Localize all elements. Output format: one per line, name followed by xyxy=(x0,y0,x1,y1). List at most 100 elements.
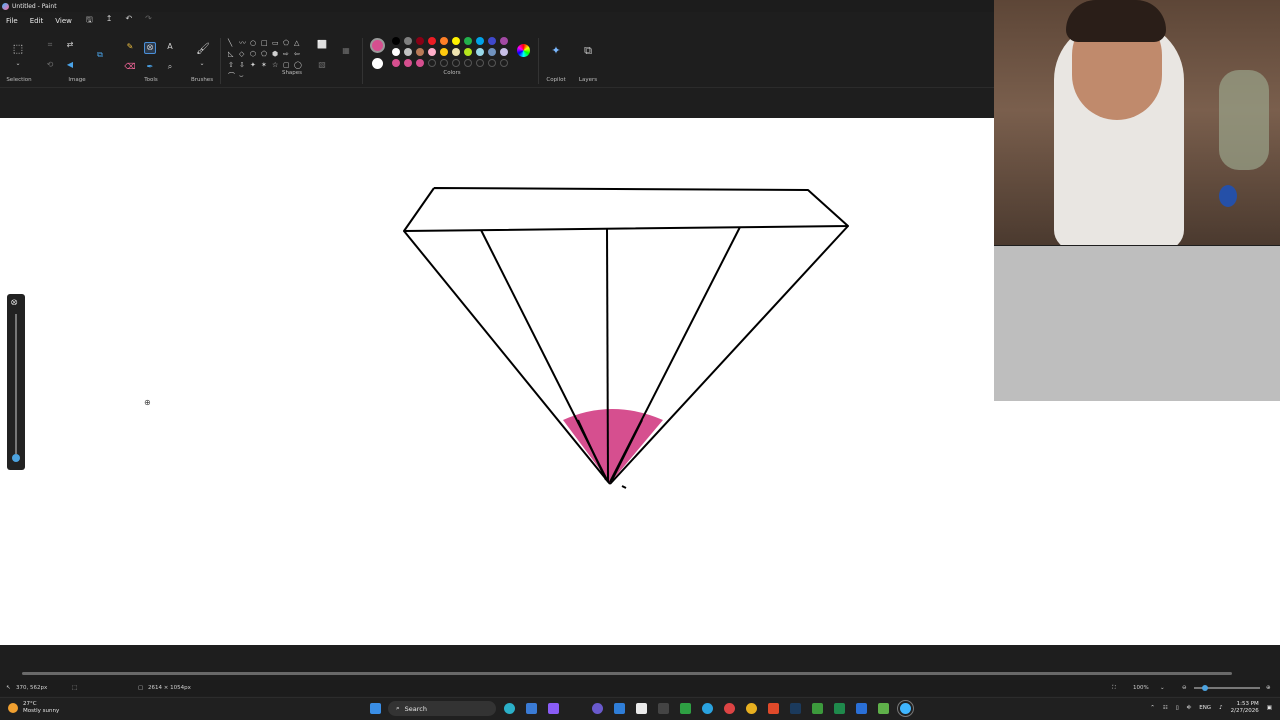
image-background-icon[interactable]: ⧉ xyxy=(94,50,106,60)
start-icon[interactable] xyxy=(370,703,381,714)
color-swatch[interactable] xyxy=(440,37,448,45)
brush-size-slider[interactable]: ⭙ xyxy=(7,294,25,470)
color-swatch[interactable] xyxy=(404,48,412,56)
resize-icon[interactable]: ⇄ xyxy=(64,40,76,50)
notes-icon[interactable] xyxy=(636,703,647,714)
shape-option[interactable]: ◇ xyxy=(239,49,250,59)
minecraft-icon[interactable] xyxy=(878,703,889,714)
undo-icon[interactable]: ↶ xyxy=(125,14,132,28)
editor-icon[interactable] xyxy=(614,703,625,714)
layers-icon[interactable]: ⧉ xyxy=(582,45,594,56)
color-swatch[interactable] xyxy=(416,37,424,45)
color-swatch[interactable] xyxy=(404,59,412,67)
excel-icon[interactable] xyxy=(812,703,823,714)
chevron-down-icon[interactable]: ⌄ xyxy=(12,59,24,69)
shape-option[interactable]: ⬠ xyxy=(283,38,294,48)
app-icon[interactable] xyxy=(548,703,559,714)
copilot-icon[interactable]: ✦ xyxy=(550,45,562,56)
color-swatch[interactable] xyxy=(416,48,424,56)
edge-icon[interactable] xyxy=(504,703,515,714)
network-icon[interactable]: ☷ xyxy=(1163,705,1168,712)
shape-option[interactable]: ⬢ xyxy=(272,49,283,59)
zoom-out-icon[interactable]: ⊖ xyxy=(1182,685,1187,691)
shape-option[interactable]: ⇨ xyxy=(283,49,294,59)
brush-icon[interactable]: 🖌 xyxy=(196,43,210,54)
text-tool-icon[interactable]: A xyxy=(164,42,176,52)
color-swatch[interactable] xyxy=(476,37,484,45)
terminal-icon[interactable] xyxy=(658,703,669,714)
fill-bucket-icon[interactable]: ⭙ xyxy=(144,42,156,54)
zoom-slider-thumb[interactable] xyxy=(1202,685,1208,691)
edit-colors-icon[interactable] xyxy=(517,44,530,57)
paint-taskbar-icon[interactable] xyxy=(897,700,914,717)
pencil-icon[interactable]: ✎ xyxy=(124,42,136,52)
redo-icon[interactable]: ↷ xyxy=(145,14,152,28)
menu-file[interactable]: File xyxy=(0,17,24,25)
chrome-icon[interactable] xyxy=(746,703,757,714)
color-swatch[interactable] xyxy=(404,37,412,45)
shape-option[interactable]: □ xyxy=(261,38,272,48)
zoom-level[interactable]: 100% xyxy=(1133,685,1149,691)
game-icon[interactable] xyxy=(834,703,845,714)
color-swatch[interactable] xyxy=(440,48,448,56)
color-swatch[interactable] xyxy=(476,48,484,56)
eraser-icon[interactable]: ⌫ xyxy=(124,62,136,72)
outline-icon[interactable]: ⬜ xyxy=(316,40,328,50)
shape-option[interactable]: ✦ xyxy=(250,60,261,70)
weather-widget[interactable]: 27°C Mostly sunny xyxy=(8,701,59,715)
mail-icon[interactable] xyxy=(526,703,537,714)
flip-icon[interactable]: ◀ xyxy=(64,60,76,70)
color-swatch[interactable] xyxy=(464,37,472,45)
color-swatch[interactable] xyxy=(452,37,460,45)
color-swatch[interactable] xyxy=(392,59,400,67)
color-swatch[interactable] xyxy=(500,48,508,56)
selection-rect-icon[interactable]: ⬚ xyxy=(12,43,24,54)
color-swatch[interactable] xyxy=(488,59,496,67)
shape-option[interactable]: ⬠ xyxy=(261,49,272,59)
word-icon[interactable] xyxy=(856,703,867,714)
crop-icon[interactable]: ⌗ xyxy=(44,40,56,50)
menu-edit[interactable]: Edit xyxy=(24,17,50,25)
shape-option[interactable]: ⇩ xyxy=(239,60,250,70)
slider-track[interactable] xyxy=(15,314,17,454)
notification-icon[interactable]: ▣ xyxy=(1267,705,1272,712)
color-swatch[interactable] xyxy=(392,37,400,45)
shape-option[interactable]: ╲ xyxy=(228,38,239,48)
color-swatch[interactable] xyxy=(392,48,400,56)
color-swatch[interactable] xyxy=(428,37,436,45)
shape-option[interactable]: ✶ xyxy=(261,60,272,70)
color-picker-icon[interactable]: ✒ xyxy=(144,62,156,72)
chevron-down-icon[interactable]: ⌄ xyxy=(1160,685,1165,691)
shape-option[interactable]: ▢ xyxy=(283,60,294,70)
primary-color-swatch[interactable] xyxy=(370,38,385,53)
shape-option[interactable]: ▭ xyxy=(272,38,283,48)
horizontal-scrollbar[interactable] xyxy=(0,668,1280,678)
shape-fill-icon[interactable]: ▦ xyxy=(340,46,352,56)
fill-style-icon[interactable]: ▧ xyxy=(316,60,328,70)
fit-to-window-icon[interactable]: ⛶ xyxy=(1112,685,1116,692)
shape-option[interactable]: ⇦ xyxy=(294,49,305,59)
color-swatch[interactable] xyxy=(428,48,436,56)
battery-icon[interactable]: ▯ xyxy=(1176,705,1179,712)
clock[interactable]: 1:53 PM 2/27/2026 xyxy=(1231,701,1259,715)
rotate-icon[interactable]: ⟲ xyxy=(44,60,56,70)
steam-icon[interactable] xyxy=(790,703,801,714)
chevron-up-icon[interactable]: ⌃ xyxy=(1150,705,1155,712)
magnifier-icon[interactable]: ⌕ xyxy=(164,62,176,72)
shape-option[interactable]: ☆ xyxy=(272,60,283,70)
shape-option[interactable]: 〰 xyxy=(239,38,250,48)
slider-thumb[interactable] xyxy=(12,454,20,462)
color-swatch[interactable] xyxy=(500,59,508,67)
telegram-icon[interactable] xyxy=(702,703,713,714)
shape-option[interactable]: ◯ xyxy=(294,60,305,70)
save-icon[interactable]: 🖫 xyxy=(86,14,93,28)
color-swatch[interactable] xyxy=(476,59,484,67)
volume-icon[interactable]: ♪ xyxy=(1219,705,1223,712)
color-swatch[interactable] xyxy=(464,59,472,67)
color-swatch[interactable] xyxy=(464,48,472,56)
scrollbar-thumb[interactable] xyxy=(22,672,1232,675)
canvas-right-area[interactable] xyxy=(994,401,1280,645)
shape-option[interactable]: △ xyxy=(294,38,305,48)
menu-view[interactable]: View xyxy=(49,17,78,25)
color-swatch[interactable] xyxy=(416,59,424,67)
